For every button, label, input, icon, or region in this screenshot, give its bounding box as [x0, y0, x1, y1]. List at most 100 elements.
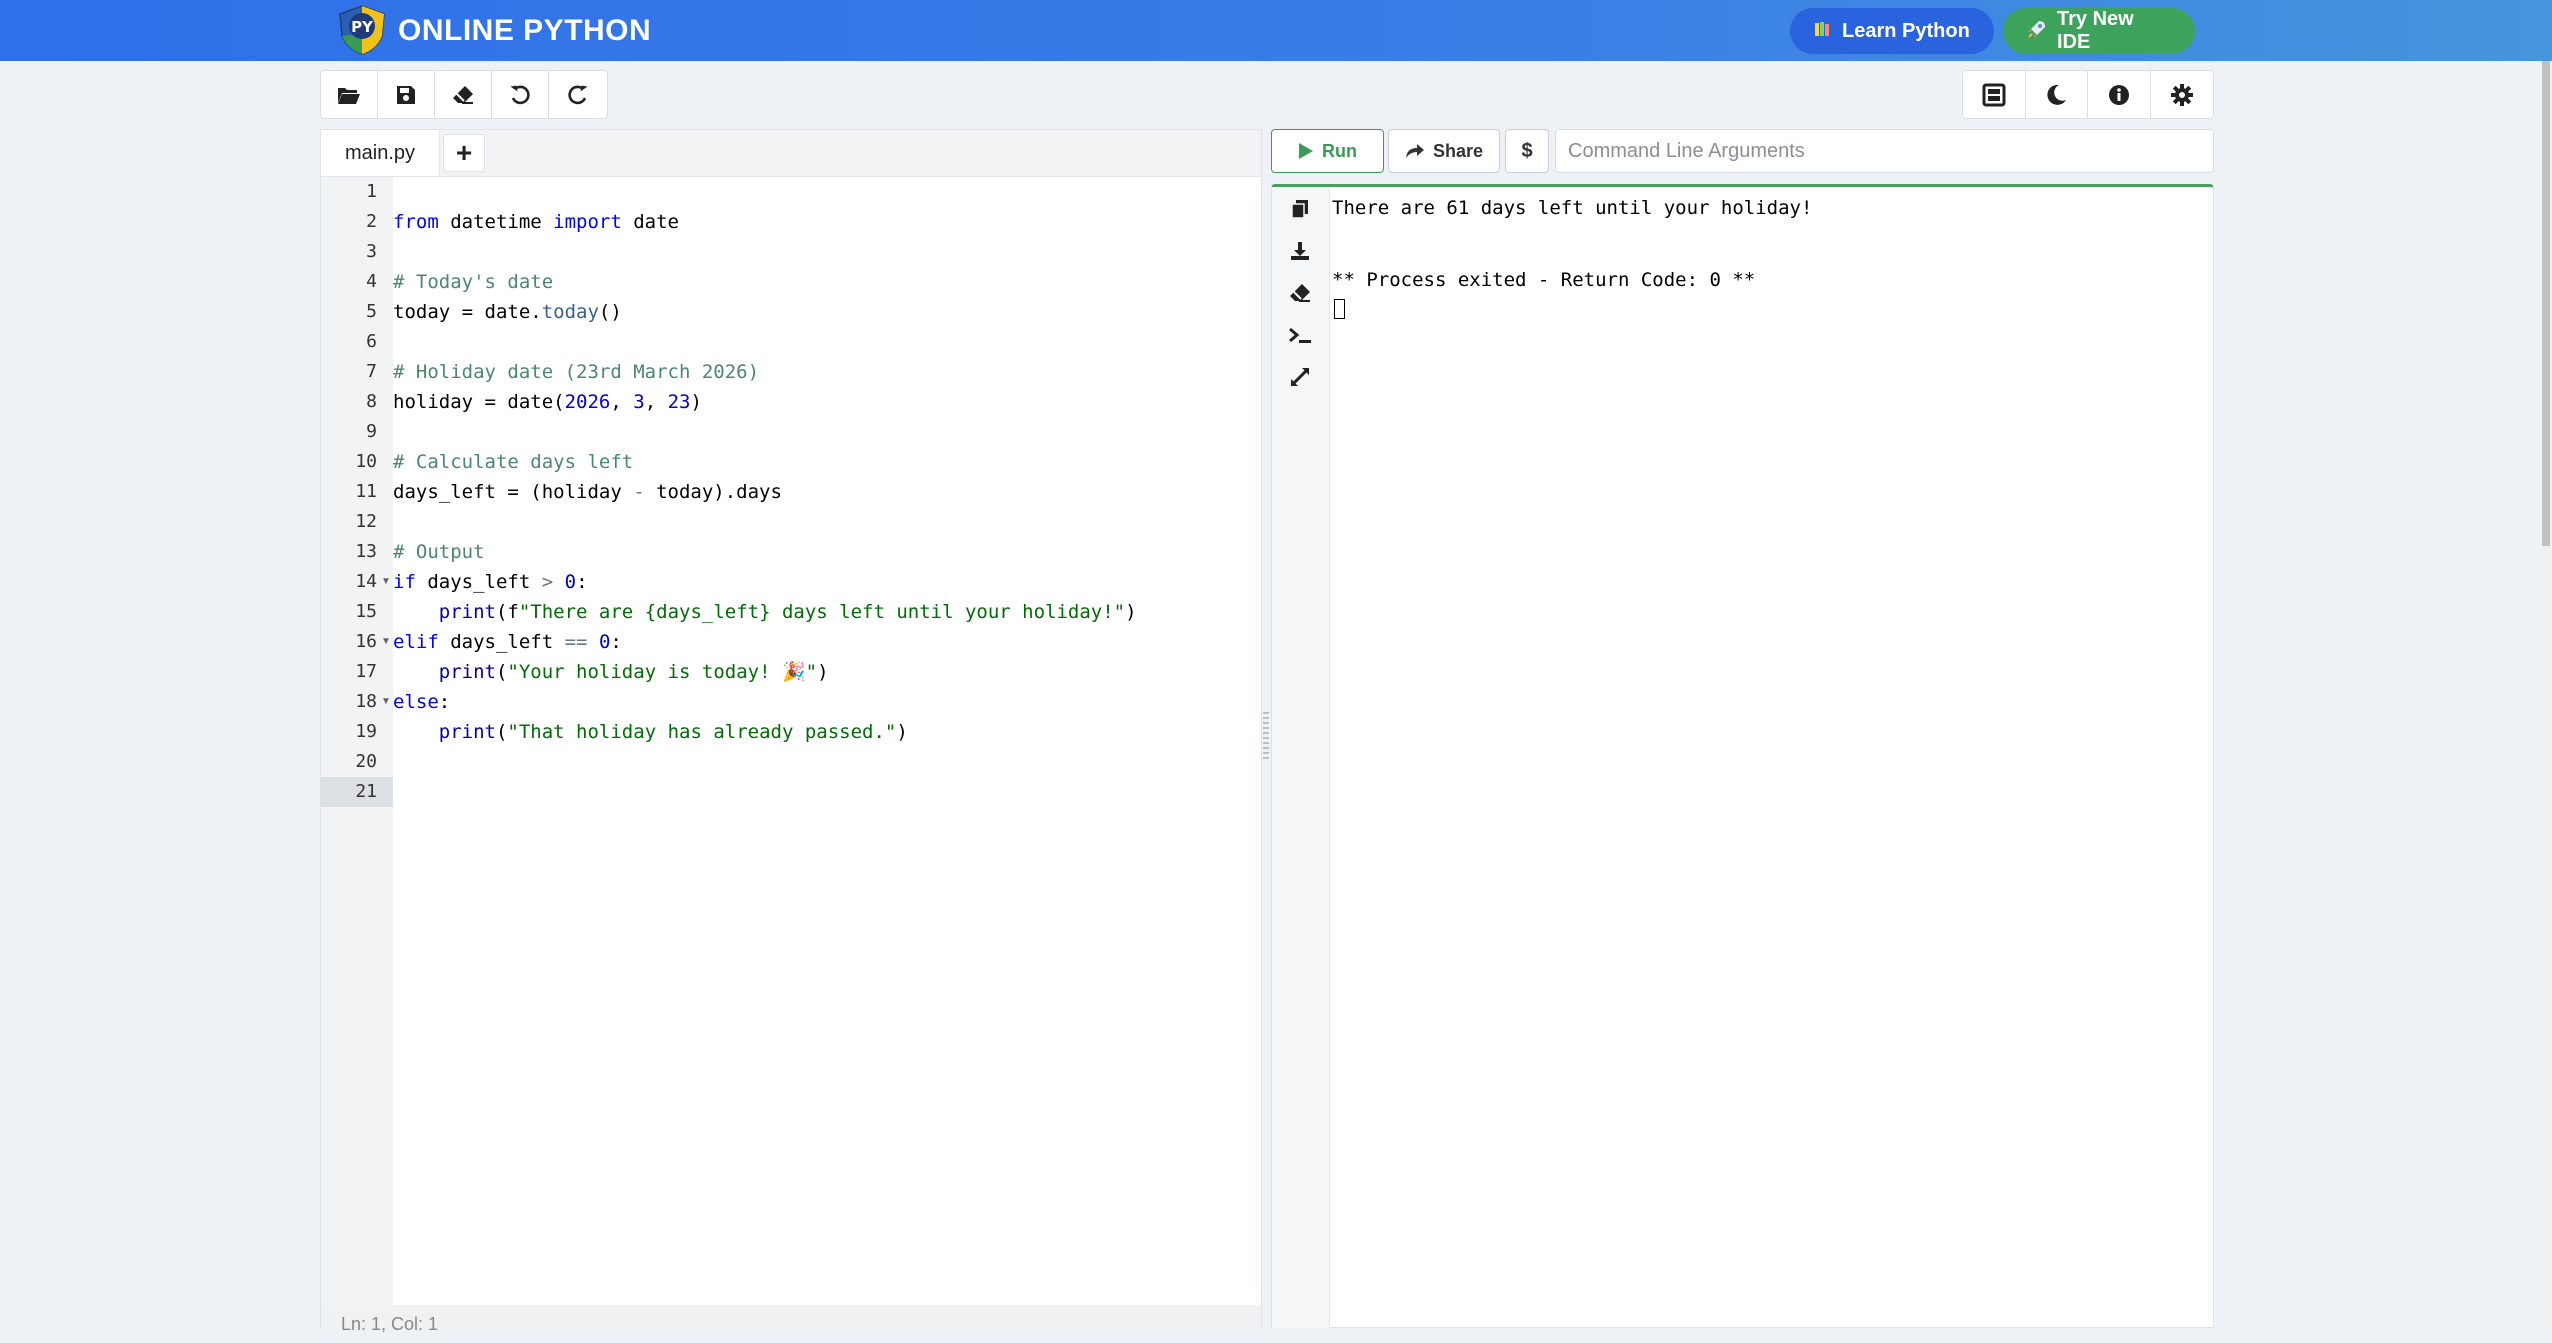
try-new-ide-label: Try New IDE [2057, 8, 2134, 53]
copy-output-button[interactable] [1286, 195, 1314, 223]
code-line[interactable]: # Holiday date (23rd March 2026) [393, 357, 759, 387]
line-number: 15 [355, 601, 377, 622]
code-text-area[interactable]: from datetime import date # Today's date t… [393, 177, 1261, 1305]
terminal-cursor [1334, 299, 1345, 319]
share-label: Share [1432, 140, 1484, 161]
settings-toolbar [1962, 70, 2214, 119]
code-line[interactable]: if days_left > 0: [393, 567, 588, 597]
line-number: 14 [355, 571, 377, 592]
output-sidebar [1272, 187, 1330, 1328]
learn-python-label: Learn Python [1842, 19, 1970, 42]
line-number-gutter: 1 2 3 4 5 6 7 8 9 10 11 12 13 14 ▼ 15 16… [321, 177, 393, 1305]
line-number: 1 [366, 181, 377, 202]
open-file-button[interactable] [321, 71, 378, 118]
expand-output-button[interactable] [1286, 363, 1314, 391]
line-number: 9 [366, 421, 377, 442]
info-icon [2108, 84, 2129, 105]
info-button[interactable] [2088, 71, 2151, 118]
online-python-logo[interactable]: PY [336, 4, 388, 56]
save-icon [397, 85, 415, 104]
line-number: 19 [355, 721, 377, 742]
share-button[interactable]: Share [1388, 129, 1500, 173]
tab-main-py[interactable]: main.py [321, 130, 440, 176]
run-button[interactable]: Run [1271, 129, 1384, 173]
svg-text:PY: PY [351, 18, 374, 36]
line-number: 6 [366, 331, 377, 352]
line-number: 11 [355, 481, 377, 502]
output-line: There are 61 days left until your holida… [1332, 197, 1813, 219]
fold-arrow-icon[interactable]: ▼ [381, 687, 391, 717]
line-number: 3 [366, 241, 377, 262]
save-button[interactable] [378, 71, 435, 118]
copy-icon [1291, 200, 1308, 219]
rocket-icon [2027, 19, 2047, 44]
download-icon [1291, 242, 1309, 260]
clear-button[interactable] [435, 71, 492, 118]
output-line: ** Process exited - Return Code: 0 ** [1332, 269, 1756, 291]
undo-button[interactable] [492, 71, 549, 118]
line-number: 17 [355, 661, 377, 682]
terminal-icon [1289, 327, 1311, 343]
code-line[interactable]: print("Your holiday is today! 🎉") [393, 657, 829, 687]
line-number: 10 [355, 451, 377, 472]
command-line-arguments-input[interactable] [1555, 129, 2214, 173]
run-label: Run [1322, 140, 1357, 161]
fold-arrow-icon[interactable]: ▼ [381, 567, 391, 597]
line-number: 12 [355, 511, 377, 532]
terminal-button[interactable] [1286, 321, 1314, 349]
try-new-ide-button[interactable]: Try New IDE [2003, 8, 2195, 54]
settings-button[interactable] [2151, 71, 2214, 118]
layout-toggle-button[interactable] [1963, 71, 2026, 118]
redo-icon [567, 85, 587, 104]
code-line[interactable]: holiday = date(2026, 3, 23) [393, 387, 702, 417]
file-tabs: main.py + [321, 130, 1261, 177]
brand-title[interactable]: ONLINE PYTHON [398, 14, 651, 48]
play-icon [1299, 143, 1313, 159]
code-editor: main.py + 1 2 3 4 5 6 7 8 9 10 11 12 13 … [320, 129, 1262, 1334]
code-line[interactable]: # Calculate days left [393, 447, 633, 477]
editor-status-bar: Ln: 1, Col: 1 [321, 1305, 1261, 1334]
layout-icon [1982, 83, 2006, 106]
redo-button[interactable] [549, 71, 606, 118]
scrollbar-thumb[interactable] [2542, 61, 2550, 546]
add-file-button[interactable]: + [443, 134, 485, 172]
clear-output-button[interactable] [1286, 279, 1314, 307]
eraser-icon [1290, 284, 1310, 302]
pane-splitter[interactable] [1262, 129, 1270, 1328]
moon-icon [2047, 84, 2067, 105]
dark-mode-button[interactable] [2026, 71, 2088, 118]
code-line[interactable]: print("That holiday has already passed."… [393, 717, 908, 747]
code-line[interactable]: elif days_left == 0: [393, 627, 622, 657]
splitter-grip[interactable] [1263, 709, 1269, 759]
line-number: 18 [355, 691, 377, 712]
code-line[interactable]: # Today's date [393, 267, 553, 297]
code-line[interactable]: from datetime import date [393, 207, 679, 237]
line-number: 20 [355, 751, 377, 772]
code-line[interactable]: # Output [393, 537, 485, 567]
line-number: 2 [366, 211, 377, 232]
page-scrollbar[interactable] [2540, 61, 2552, 1328]
share-icon [1405, 144, 1424, 158]
folder-open-icon [338, 87, 360, 104]
code-line[interactable]: print(f"There are {days_left} days left … [393, 597, 1137, 627]
stdin-button[interactable]: $ [1505, 129, 1549, 173]
undo-icon [510, 85, 530, 104]
code-line[interactable]: else: [393, 687, 450, 717]
learn-python-button[interactable]: Learn Python [1790, 8, 1994, 54]
line-number: 16 [355, 631, 377, 652]
code-line[interactable]: days_left = (holiday - today).days [393, 477, 782, 507]
line-number: 21 [355, 781, 377, 802]
editor-toolbar [320, 70, 608, 119]
line-number: 8 [366, 391, 377, 412]
code-line[interactable]: today = date.today() [393, 297, 622, 327]
fold-arrow-icon[interactable]: ▼ [381, 627, 391, 657]
line-number: 13 [355, 541, 377, 562]
terminal-output[interactable]: There are 61 days left until your holida… [1332, 187, 2202, 297]
books-icon [1814, 20, 1832, 43]
expand-icon [1291, 368, 1309, 386]
line-number: 7 [366, 361, 377, 382]
download-output-button[interactable] [1286, 237, 1314, 265]
gear-icon [2170, 83, 2193, 106]
line-number: 4 [366, 271, 377, 292]
line-number: 5 [366, 301, 377, 322]
